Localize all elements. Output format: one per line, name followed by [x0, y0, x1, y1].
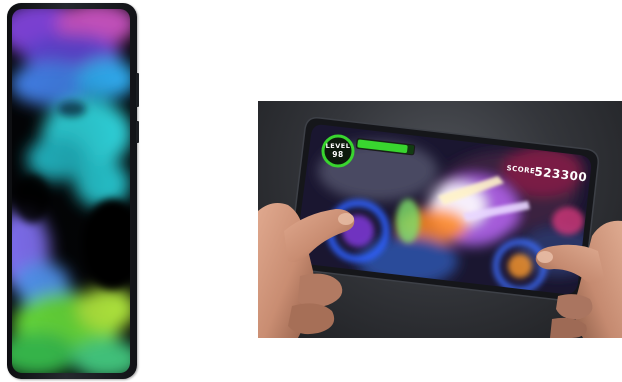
smartphone-front-view	[7, 3, 139, 379]
power-button	[136, 121, 139, 143]
level-value: 98	[332, 150, 343, 159]
volume-button	[136, 73, 139, 107]
level-label: LEVEL	[326, 142, 351, 150]
phone-screen-wallpaper	[12, 9, 130, 373]
game-scene-graphic: LEVEL 98 SCORE 523300	[258, 116, 622, 338]
product-image-canvas: LEVEL 98 SCORE 523300	[0, 0, 622, 382]
smoke-wallpaper-graphic	[12, 9, 130, 373]
gaming-phone-photo: LEVEL 98 SCORE 523300	[258, 101, 622, 338]
